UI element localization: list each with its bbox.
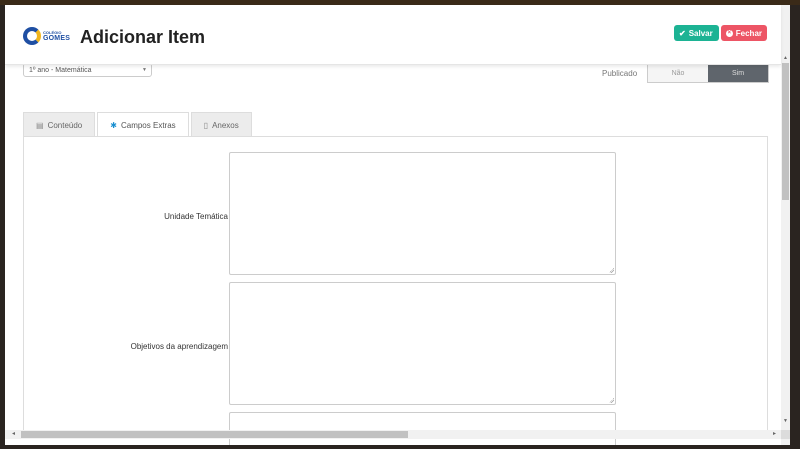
tab-anexos[interactable]: ▯ Anexos	[190, 112, 252, 137]
tab-anexos-label: Anexos	[212, 120, 239, 130]
logo-text: GOMES	[43, 35, 71, 42]
class-select[interactable]: 1º ano - Matemática ▼	[23, 63, 152, 77]
close-button-label: Fechar	[735, 28, 762, 38]
close-circle-icon: ×	[726, 29, 733, 37]
file-icon: ▯	[203, 120, 209, 130]
tab-bar: ▤ Conteúdo ✱ Campos Extras ▯ Anexos	[23, 112, 254, 138]
tab-conteudo-label: Conteúdo	[47, 120, 83, 130]
tab-campos-extras[interactable]: ✱ Campos Extras	[97, 112, 189, 138]
vertical-scrollbar[interactable]: ▲ ▼	[781, 5, 790, 445]
tab-campos-extras-label: Campos Extras	[120, 121, 176, 130]
close-button[interactable]: × Fechar	[721, 25, 767, 41]
save-button[interactable]: ✔ Salvar	[674, 25, 719, 41]
document-icon: ▤	[36, 120, 44, 130]
page-title: Adicionar Item	[80, 27, 206, 47]
scroll-down-icon[interactable]: ▼	[783, 418, 788, 424]
resize-grip-icon[interactable]	[609, 268, 614, 273]
scroll-up-icon[interactable]: ▲	[783, 55, 788, 61]
field-label-unidade-tematica: Unidade Temática	[164, 212, 228, 221]
gear-icon: ✱	[110, 121, 117, 130]
scroll-left-icon[interactable]: ◂	[12, 430, 15, 437]
modal-header: COLÉGIO GOMES Adicionar Item ✔ Salvar × …	[5, 5, 781, 65]
scroll-right-icon[interactable]: ▸	[773, 430, 776, 437]
school-logo: COLÉGIO GOMES	[23, 27, 71, 47]
save-button-label: Salvar	[688, 28, 713, 38]
toggle-option-yes[interactable]: Sim	[708, 65, 768, 82]
tab-panel-campos-extras: Unidade Temática Objetivos da aprendizag…	[23, 136, 768, 445]
unidade-tematica-textarea[interactable]	[229, 152, 616, 275]
objetivos-textarea[interactable]	[229, 282, 616, 405]
horizontal-scroll-thumb[interactable]	[21, 431, 408, 438]
caret-down-icon: ▼	[142, 67, 147, 73]
logo-g-icon	[23, 27, 41, 45]
horizontal-scrollbar[interactable]: ◂ ▸	[5, 430, 781, 439]
toggle-option-no[interactable]: Não	[648, 65, 708, 82]
resize-grip-icon[interactable]	[609, 398, 614, 403]
add-item-modal: COLÉGIO GOMES Adicionar Item ✔ Salvar × …	[5, 5, 790, 445]
class-select-value: 1º ano - Matemática	[29, 67, 92, 74]
tab-conteudo[interactable]: ▤ Conteúdo	[23, 112, 96, 137]
check-icon: ✔	[679, 28, 686, 38]
scrollbar-corner	[781, 430, 790, 439]
published-toggle: Não Sim	[647, 64, 769, 83]
field-label-objetivos: Objetivos da aprendizagem	[130, 342, 228, 351]
published-label: Publicado	[602, 69, 638, 78]
next-field-textarea[interactable]	[229, 412, 616, 445]
vertical-scroll-thumb[interactable]	[782, 63, 789, 200]
